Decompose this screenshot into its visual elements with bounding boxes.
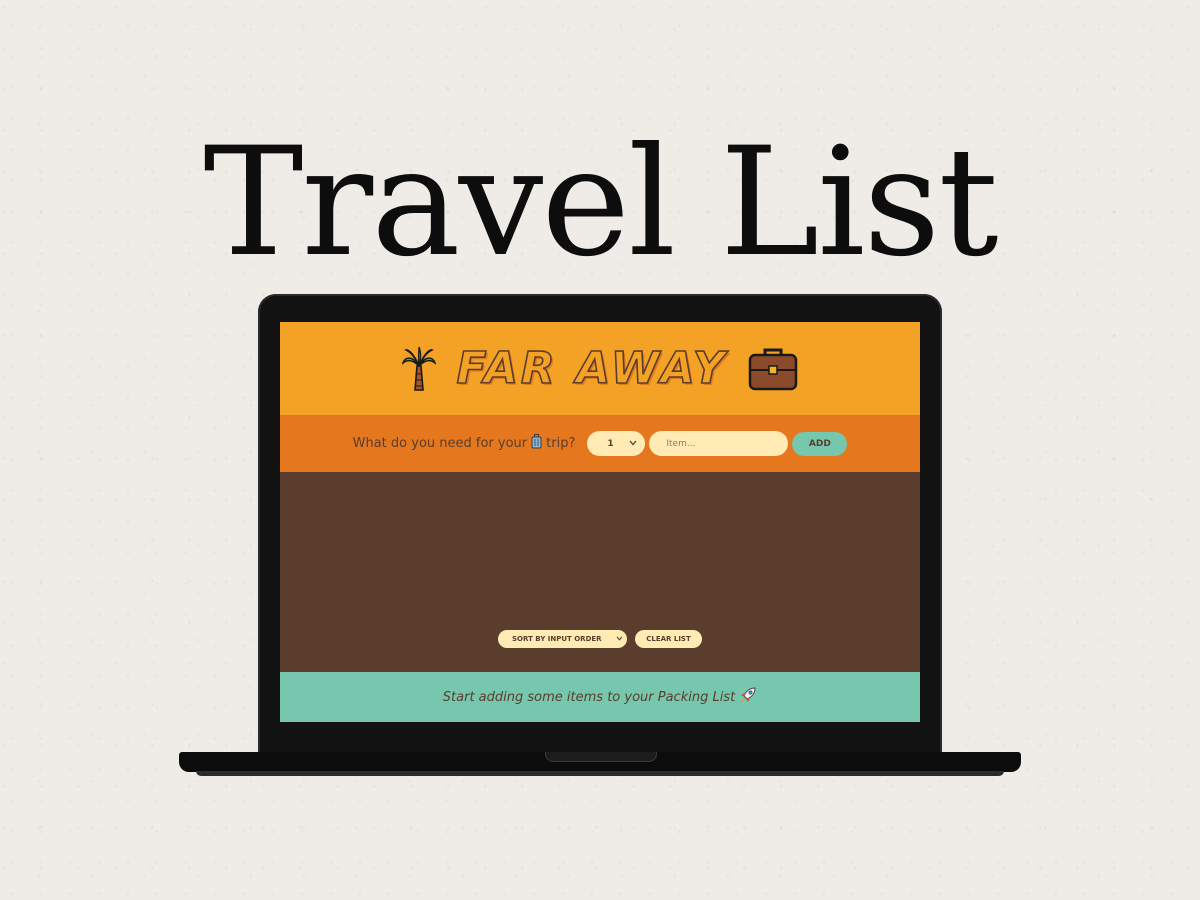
briefcase-icon	[748, 346, 798, 392]
stats-message: Start adding some items to your Packing …	[442, 689, 736, 705]
sort-select[interactable]: SORT BY INPUT ORDER	[498, 630, 627, 648]
form-question-text: What do you need for your	[352, 436, 528, 451]
form-question-suffix: trip?	[546, 436, 576, 451]
stats-footer: Start adding some items to your Packing …	[280, 672, 920, 722]
app-header: FAR AWAY	[280, 322, 920, 415]
packing-list: SORT BY INPUT ORDER CLEAR LIST	[280, 472, 920, 672]
rocket-icon	[739, 686, 757, 708]
sort-selected-value: SORT BY INPUT ORDER	[512, 635, 602, 643]
laptop-base-shadow	[196, 771, 1004, 776]
luggage-icon	[531, 434, 542, 453]
app-screen: FAR AWAY What do you need for your trip?	[280, 322, 920, 722]
app-logo: FAR AWAY	[456, 342, 728, 395]
clear-list-button[interactable]: CLEAR LIST	[635, 630, 702, 648]
form-question: What do you need for your trip?	[352, 434, 576, 453]
item-input-placeholder: Item...	[666, 438, 696, 449]
palm-tree-icon	[402, 346, 437, 392]
add-item-form: What do you need for your trip? 1 Item..…	[280, 415, 920, 472]
chevron-down-icon	[616, 635, 623, 643]
add-button[interactable]: ADD	[792, 431, 848, 456]
quantity-value: 1	[607, 438, 614, 449]
item-input[interactable]: Item...	[649, 431, 789, 456]
chevron-down-icon	[629, 439, 637, 449]
hero-title: Travel List	[203, 116, 998, 290]
quantity-select[interactable]: 1	[587, 431, 646, 456]
laptop-notch	[545, 752, 657, 762]
list-actions: SORT BY INPUT ORDER CLEAR LIST	[280, 630, 920, 648]
